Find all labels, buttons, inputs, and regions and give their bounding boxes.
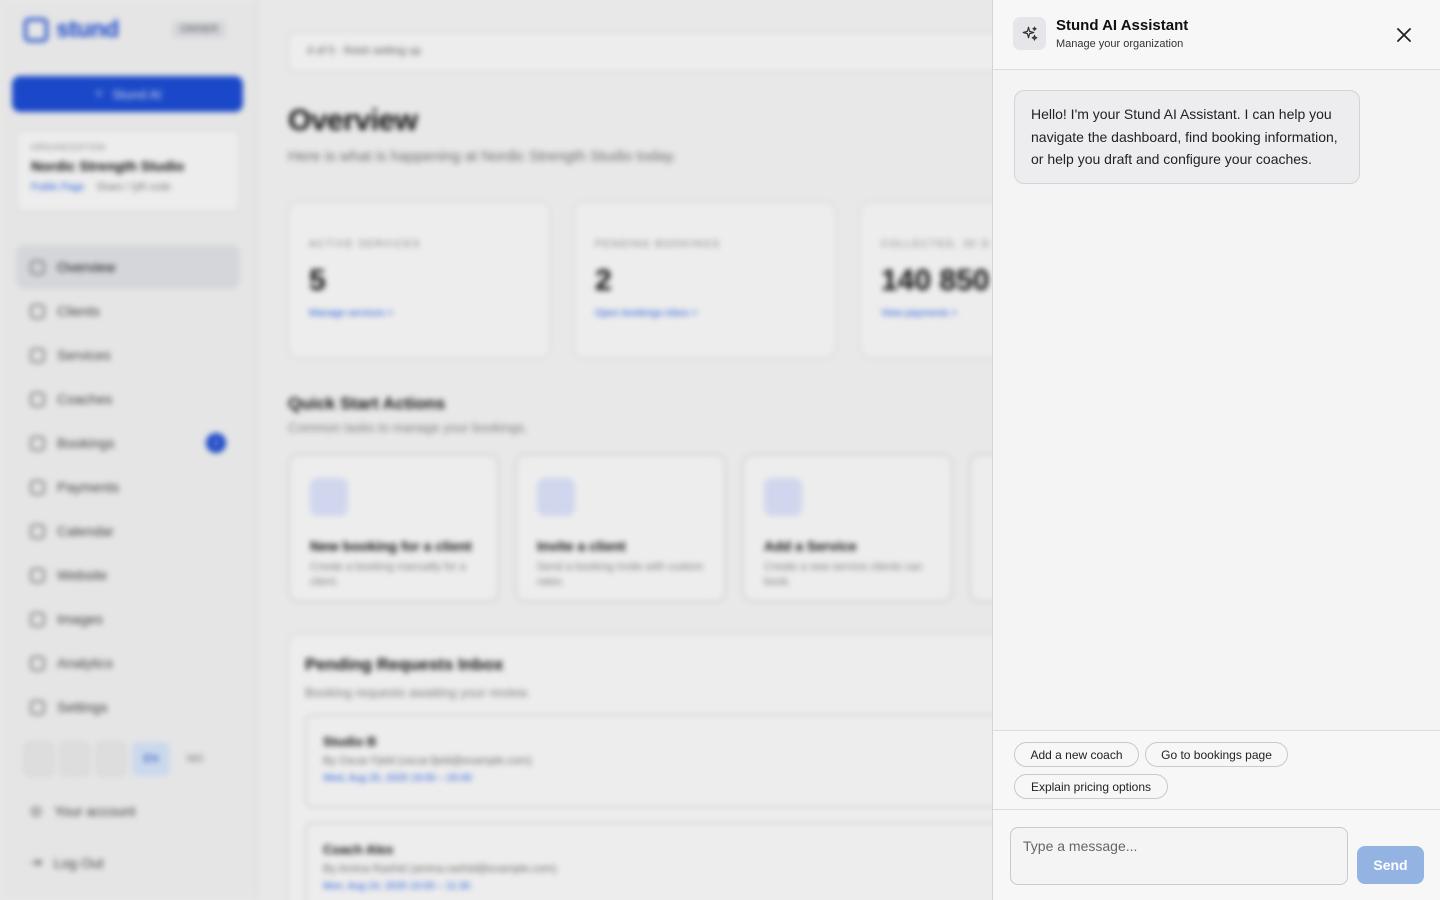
- suggestion-chips: Add a new coach Go to bookings page Expl…: [993, 730, 1440, 810]
- close-icon: [1397, 28, 1411, 42]
- assistant-message: Hello! I'm your Stund AI Assistant. I ca…: [1014, 90, 1360, 185]
- assistant-subtitle: Manage your organization: [1056, 38, 1184, 50]
- modal-backdrop[interactable]: [0, 0, 993, 900]
- close-button[interactable]: [1391, 22, 1417, 48]
- message-list[interactable]: Hello! I'm your Stund AI Assistant. I ca…: [993, 70, 1440, 730]
- suggestion-bookings-page[interactable]: Go to bookings page: [1145, 742, 1288, 767]
- message-input[interactable]: [1010, 827, 1348, 885]
- message-composer: Send: [993, 809, 1440, 900]
- suggestion-add-coach[interactable]: Add a new coach: [1014, 742, 1139, 767]
- sparkles-icon: [1013, 17, 1046, 50]
- ai-assistant-panel: Stund AI Assistant Manage your organizat…: [992, 0, 1440, 900]
- suggestion-pricing-options[interactable]: Explain pricing options: [1014, 774, 1168, 799]
- assistant-title: Stund AI Assistant: [1056, 17, 1189, 34]
- assistant-header: Stund AI Assistant Manage your organizat…: [993, 0, 1440, 70]
- send-button[interactable]: Send: [1357, 846, 1424, 884]
